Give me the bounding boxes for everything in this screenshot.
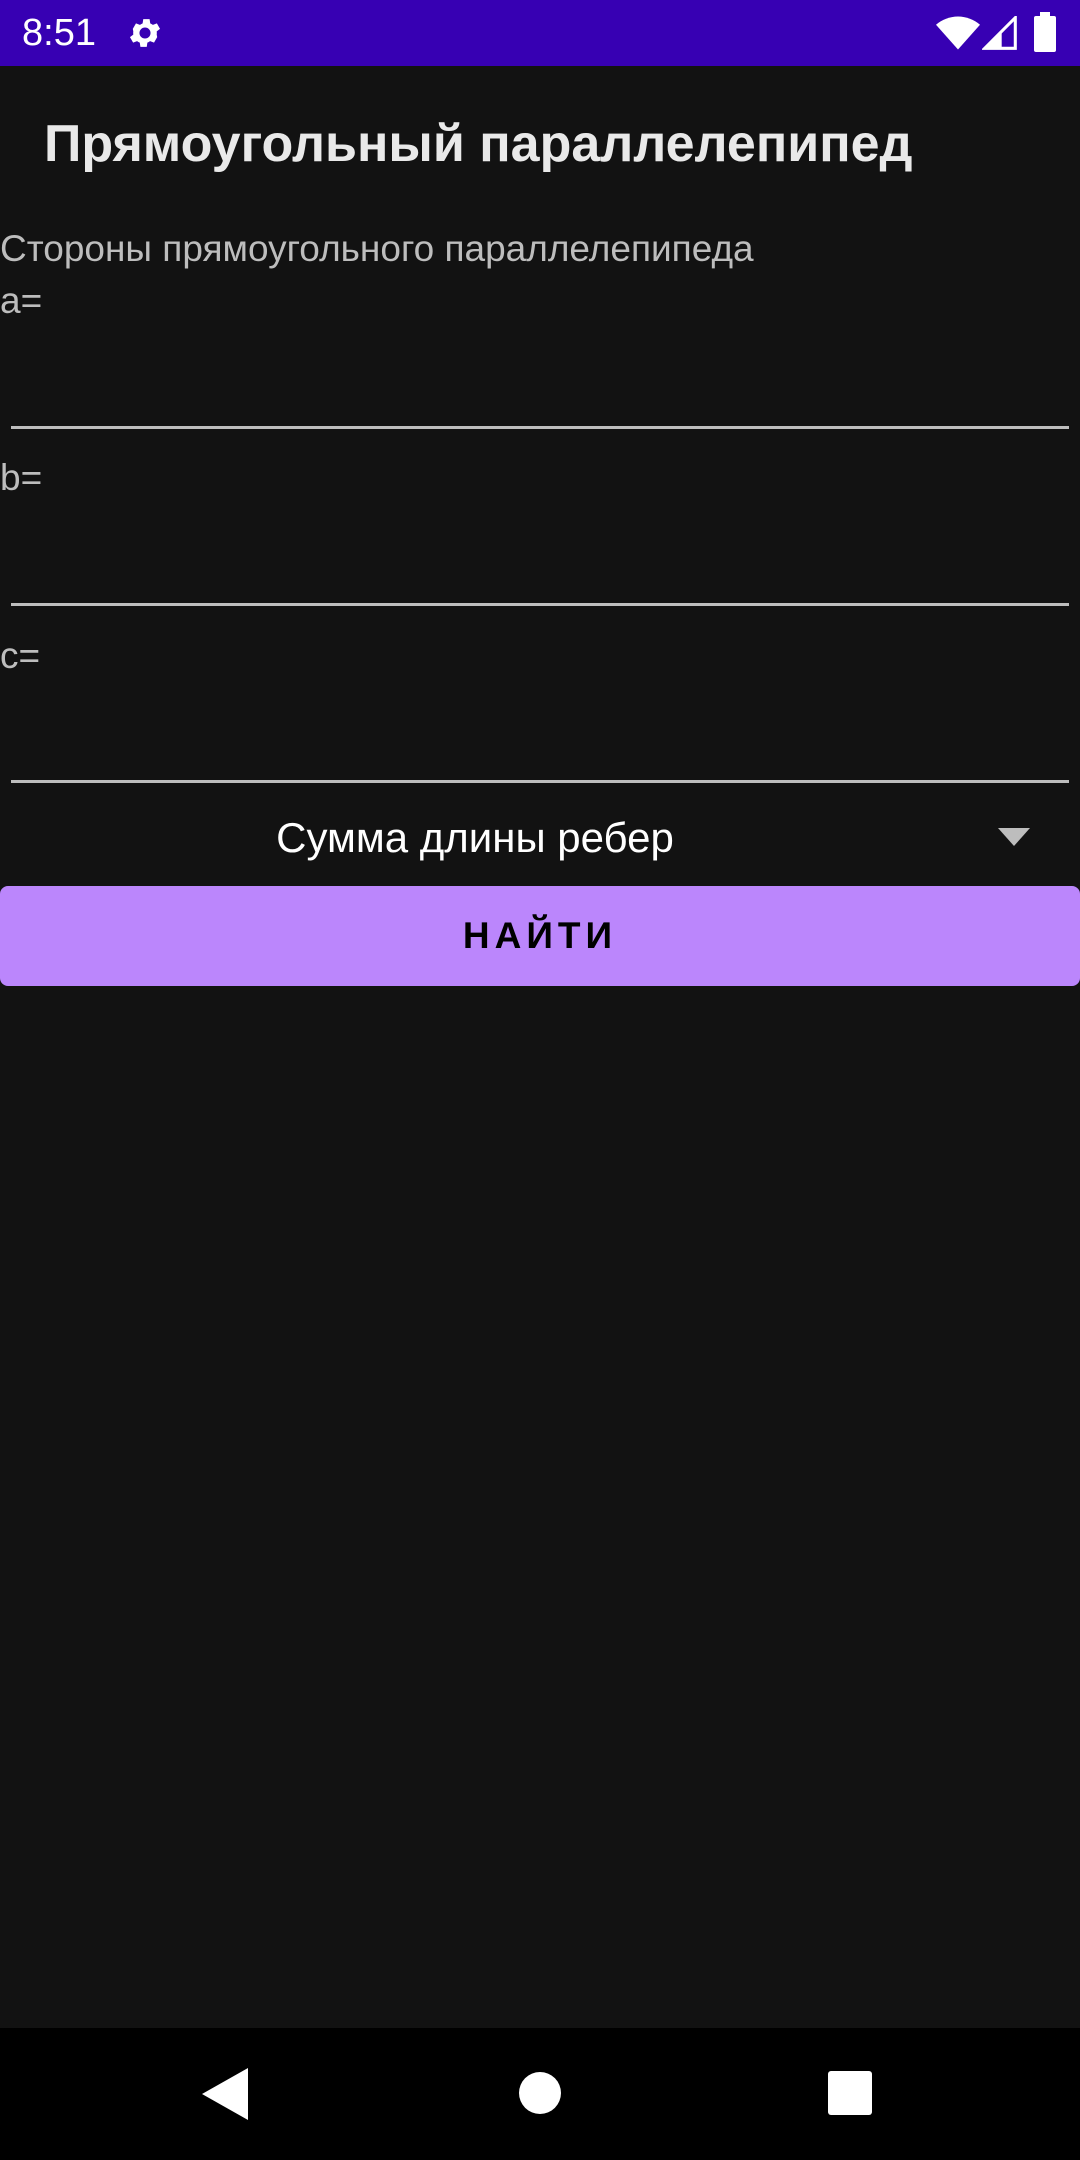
operation-spinner[interactable]: Сумма длины ребер xyxy=(0,800,1080,880)
back-icon[interactable] xyxy=(202,2068,248,2120)
gear-icon xyxy=(129,19,161,47)
label-c: c= xyxy=(0,635,41,676)
signal-icon xyxy=(982,16,1017,50)
page-title: Прямоугольный параллелепипед xyxy=(44,115,913,173)
label-a: a= xyxy=(0,280,43,321)
input-a[interactable] xyxy=(11,346,1069,429)
find-button[interactable]: НАЙТИ xyxy=(0,886,1080,986)
status-time: 8:51 xyxy=(22,12,96,54)
input-b[interactable] xyxy=(11,523,1069,606)
spinner-selected-value: Сумма длины ребер xyxy=(276,814,674,861)
home-icon[interactable] xyxy=(518,2071,562,2115)
wifi-icon xyxy=(936,16,980,50)
label-b: b= xyxy=(0,457,43,498)
dropdown-arrow-icon xyxy=(998,828,1030,846)
status-bar: 8:51 xyxy=(0,0,1080,66)
input-c[interactable] xyxy=(11,700,1069,783)
recents-icon[interactable] xyxy=(828,2071,872,2115)
battery-icon xyxy=(1034,12,1056,52)
subtitle: Стороны прямоугольного параллелепипеда xyxy=(0,228,754,269)
